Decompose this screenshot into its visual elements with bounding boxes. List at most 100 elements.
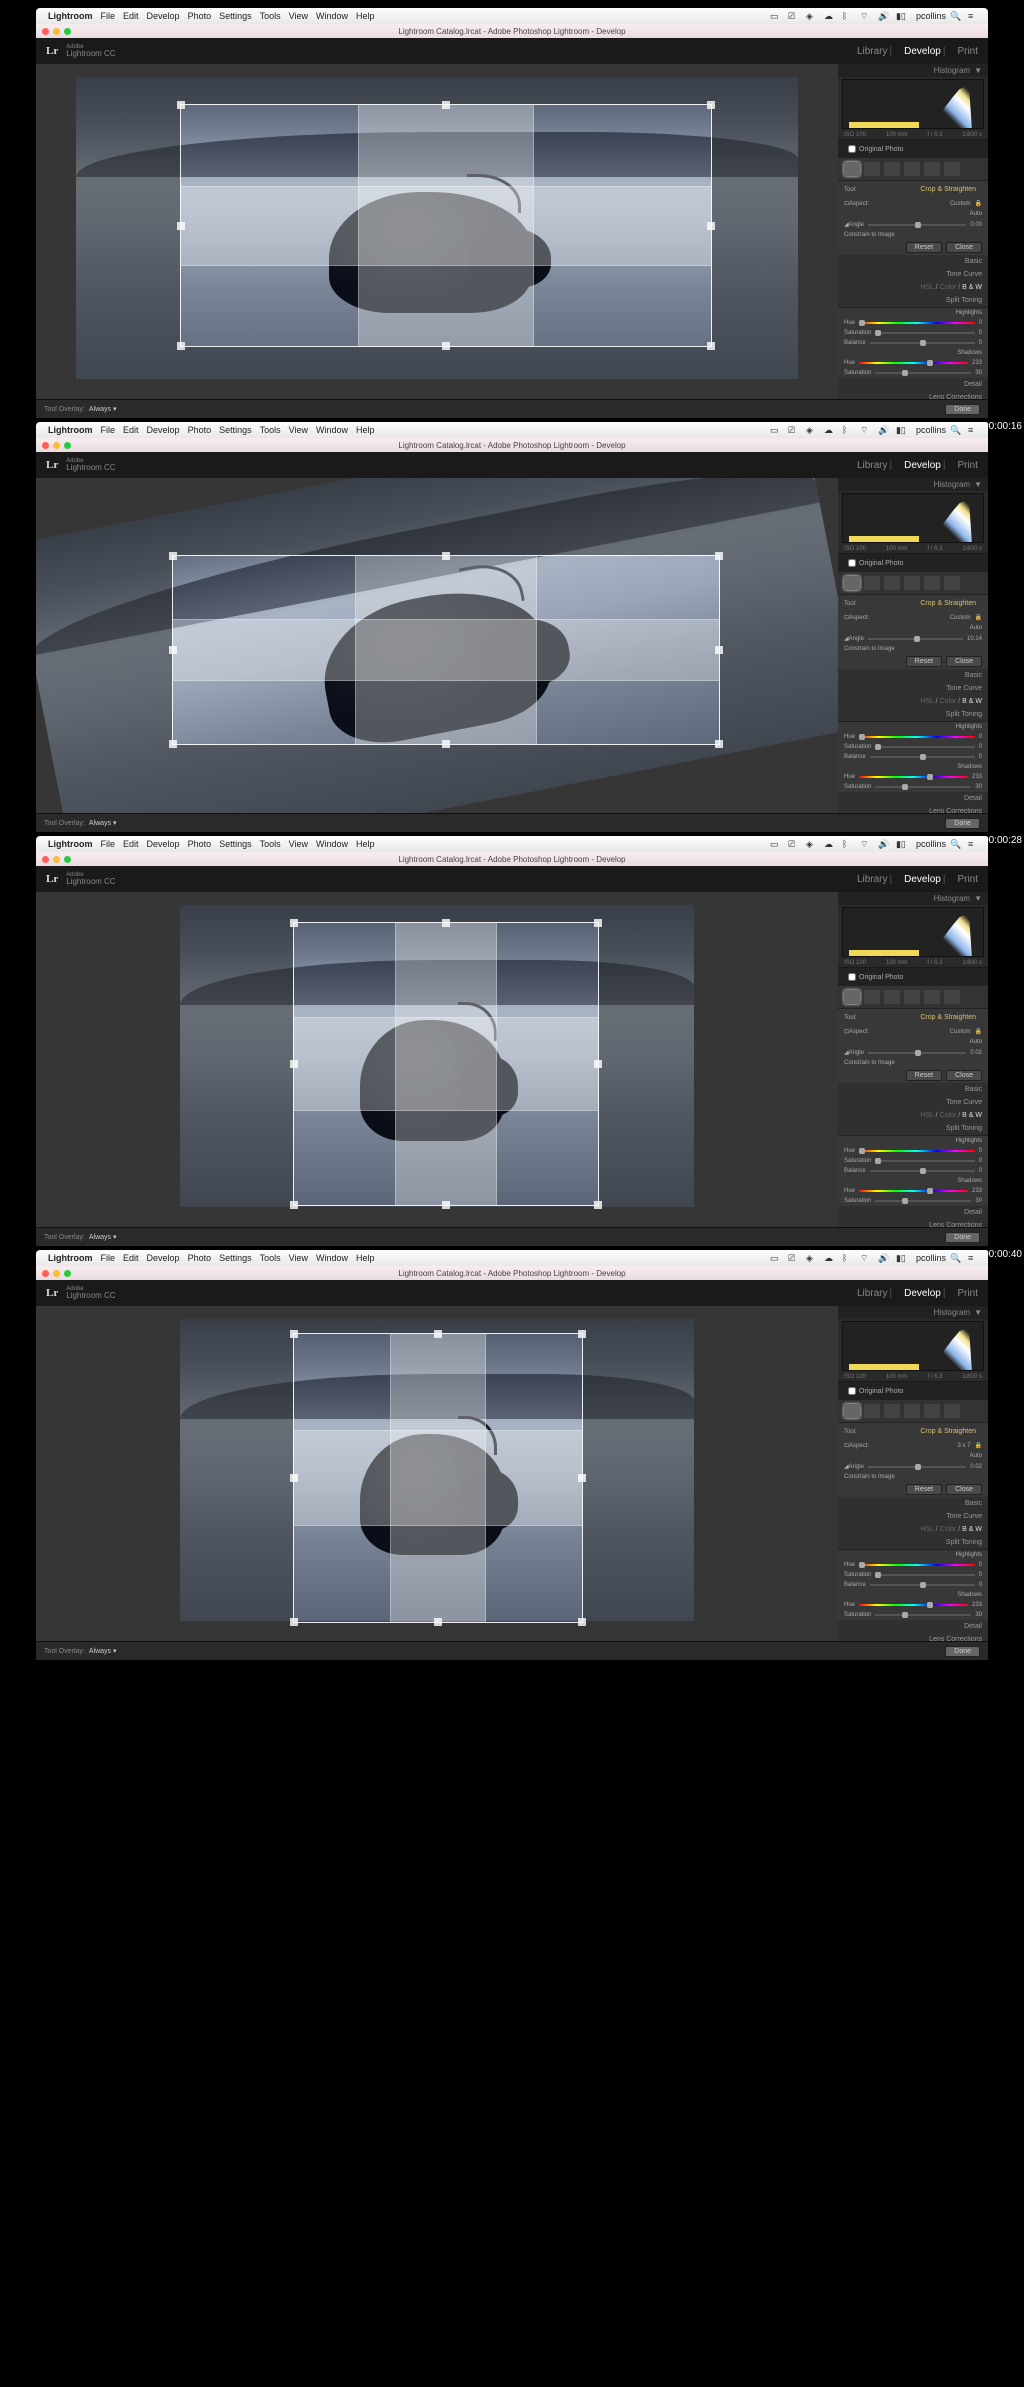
- battery-icon[interactable]: ▮▯: [896, 11, 910, 21]
- crop-overlay[interactable]: [293, 922, 600, 1205]
- detail-panel-header[interactable]: Detail: [838, 378, 988, 391]
- angle-slider[interactable]: [868, 1052, 966, 1054]
- photo-canvas[interactable]: [36, 892, 838, 1227]
- angle-slider[interactable]: [868, 224, 966, 226]
- cloud-icon[interactable]: ☁: [824, 11, 838, 21]
- crop-handle-ml[interactable]: [290, 1474, 298, 1482]
- balance-slider[interactable]: [870, 1584, 975, 1586]
- module-library[interactable]: Library: [857, 460, 888, 471]
- menu-help[interactable]: Help: [356, 839, 375, 849]
- window-zoom-button[interactable]: [64, 1270, 71, 1277]
- highlight-hue-slider[interactable]: [859, 736, 975, 738]
- lens-panel-header[interactable]: Lens Corrections: [838, 391, 988, 399]
- shadow-hue-slider[interactable]: [859, 1604, 968, 1606]
- menu-photo[interactable]: Photo: [188, 839, 212, 849]
- original-photo-checkbox[interactable]: [848, 1387, 856, 1395]
- histogram-header[interactable]: Histogram ▼: [838, 478, 988, 491]
- split-toning-header[interactable]: Split Toning: [838, 294, 988, 307]
- aspect-value[interactable]: Custom: [950, 201, 971, 207]
- crop-handle-tr[interactable]: [715, 552, 723, 560]
- window-minimize-button[interactable]: [53, 856, 60, 863]
- volume-icon[interactable]: 🔊: [878, 11, 892, 21]
- app-name[interactable]: Lightroom: [48, 11, 93, 21]
- volume-icon[interactable]: 🔊: [878, 1253, 892, 1263]
- crop-handle-tl[interactable]: [290, 919, 298, 927]
- photo-canvas[interactable]: [36, 1306, 838, 1641]
- spot-tool-icon[interactable]: [864, 162, 880, 176]
- notifications-icon[interactable]: ≡: [968, 11, 982, 21]
- battery-icon[interactable]: ▮▯: [896, 425, 910, 435]
- cloud-icon[interactable]: ☁: [824, 1253, 838, 1263]
- overlay-mode-dropdown[interactable]: Always ▾: [89, 1233, 117, 1241]
- dropbox-icon[interactable]: ◈: [806, 425, 820, 435]
- crop-overlay[interactable]: [180, 104, 711, 347]
- menu-edit[interactable]: Edit: [123, 1253, 139, 1263]
- menu-develop[interactable]: Develop: [147, 839, 180, 849]
- menu-file[interactable]: File: [101, 1253, 116, 1263]
- crop-handle-tr[interactable]: [594, 919, 602, 927]
- shadow-hue-slider[interactable]: [859, 776, 968, 778]
- aspect-lock-icon[interactable]: 🔒: [975, 1442, 982, 1449]
- menu-settings[interactable]: Settings: [219, 425, 252, 435]
- brush-tool-icon[interactable]: [944, 576, 960, 590]
- crop-handle-mr[interactable]: [594, 1060, 602, 1068]
- module-develop[interactable]: Develop: [904, 874, 941, 885]
- hsl-panel-header[interactable]: HSL / Color / B & W: [838, 695, 988, 708]
- menu-view[interactable]: View: [289, 11, 308, 21]
- notifications-icon[interactable]: ≡: [968, 425, 982, 435]
- spotlight-icon[interactable]: 🔍: [950, 11, 964, 21]
- original-photo-checkbox[interactable]: [848, 145, 856, 153]
- display-icon[interactable]: ▭: [770, 425, 784, 435]
- crop-tool-icon[interactable]: [844, 162, 860, 176]
- redeye-tool-icon[interactable]: [884, 162, 900, 176]
- menu-file[interactable]: File: [101, 11, 116, 21]
- crop-handle-tr[interactable]: [578, 1330, 586, 1338]
- module-print[interactable]: Print: [957, 46, 978, 57]
- radial-tool-icon[interactable]: [924, 162, 940, 176]
- histogram-header[interactable]: Histogram ▼: [838, 892, 988, 905]
- done-button[interactable]: Done: [945, 404, 980, 415]
- crop-handle-bl[interactable]: [290, 1201, 298, 1209]
- tool-close-button[interactable]: Close: [946, 1070, 982, 1081]
- crop-handle-ml[interactable]: [177, 222, 185, 230]
- crop-handle-br[interactable]: [715, 740, 723, 748]
- wifi-icon[interactable]: ⌔: [860, 425, 874, 435]
- menu-window[interactable]: Window: [316, 839, 348, 849]
- menu-tools[interactable]: Tools: [260, 839, 281, 849]
- crop-handle-mr[interactable]: [707, 222, 715, 230]
- detail-panel-header[interactable]: Detail: [838, 1206, 988, 1219]
- menu-settings[interactable]: Settings: [219, 1253, 252, 1263]
- crop-handle-tl[interactable]: [169, 552, 177, 560]
- spotlight-icon[interactable]: 🔍: [950, 1253, 964, 1263]
- crop-handle-bm[interactable]: [442, 740, 450, 748]
- tool-reset-button[interactable]: Reset: [906, 1484, 942, 1495]
- gradient-tool-icon[interactable]: [904, 162, 920, 176]
- done-button[interactable]: Done: [945, 1232, 980, 1243]
- photo-canvas[interactable]: [36, 64, 838, 399]
- shadow-hue-slider[interactable]: [859, 1190, 968, 1192]
- overlay-mode-dropdown[interactable]: Always ▾: [89, 1647, 117, 1655]
- tool-close-button[interactable]: Close: [946, 656, 982, 667]
- window-zoom-button[interactable]: [64, 856, 71, 863]
- bluetooth-icon[interactable]: ᛒ: [842, 1253, 856, 1263]
- gradient-tool-icon[interactable]: [904, 990, 920, 1004]
- module-print[interactable]: Print: [957, 1288, 978, 1299]
- window-minimize-button[interactable]: [53, 442, 60, 449]
- spot-tool-icon[interactable]: [864, 990, 880, 1004]
- radial-tool-icon[interactable]: [924, 576, 940, 590]
- tool-close-button[interactable]: Close: [946, 242, 982, 253]
- tonecurve-panel-header[interactable]: Tone Curve: [838, 1510, 988, 1523]
- lens-panel-header[interactable]: Lens Corrections: [838, 805, 988, 813]
- crop-handle-bl[interactable]: [177, 342, 185, 350]
- tool-reset-button[interactable]: Reset: [906, 656, 942, 667]
- brush-tool-icon[interactable]: [944, 1404, 960, 1418]
- split-toning-header[interactable]: Split Toning: [838, 1536, 988, 1549]
- dropbox-icon[interactable]: ◈: [806, 1253, 820, 1263]
- menu-edit[interactable]: Edit: [123, 839, 139, 849]
- crop-handle-ml[interactable]: [290, 1060, 298, 1068]
- histogram-display[interactable]: [842, 907, 984, 957]
- mirror-icon[interactable]: ⎚: [788, 425, 802, 435]
- balance-slider[interactable]: [870, 342, 975, 344]
- gradient-tool-icon[interactable]: [904, 1404, 920, 1418]
- user-menu[interactable]: pcollins: [916, 425, 946, 435]
